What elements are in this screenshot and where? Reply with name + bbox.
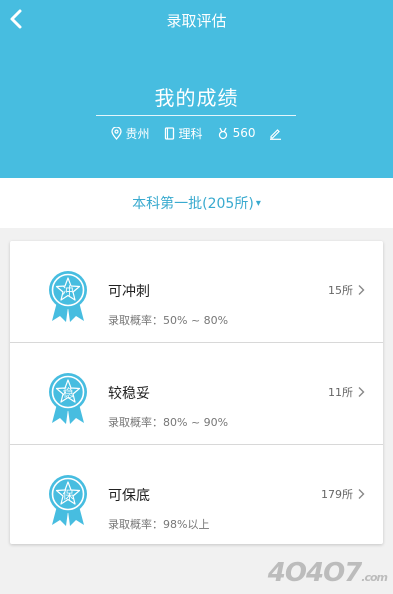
batch-label: 本科第一批(205所) bbox=[132, 196, 254, 212]
page-title: 录取评估 bbox=[166, 12, 227, 30]
category-name: 可保底 bbox=[108, 488, 150, 504]
category-list: 冲 可冲刺 录取概率：50% ~ 80% 15所 稳 较稳妥 录取概率：80% … bbox=[10, 241, 383, 544]
top-bar: 录取评估 bbox=[0, 0, 393, 38]
subject-info: 理科 bbox=[164, 125, 203, 142]
score-info: 贵州 理科 560 bbox=[0, 124, 393, 142]
category-probability: 录取概率：50% ~ 80% bbox=[108, 314, 229, 327]
count-text: 15所 bbox=[328, 284, 353, 297]
score-value-text: 560 bbox=[232, 126, 256, 140]
province-text: 贵州 bbox=[125, 126, 150, 141]
category-probability: 录取概率：80% ~ 90% bbox=[108, 416, 229, 429]
ribbon-badge-icon: 保 bbox=[49, 475, 87, 526]
category-row-baodi[interactable]: 保 可保底 录取概率：98%以上 179所 bbox=[10, 445, 383, 546]
badge-char: 冲 bbox=[63, 284, 74, 298]
book-icon bbox=[164, 126, 174, 140]
watermark-suffix: .com bbox=[361, 571, 388, 584]
category-count: 11所 bbox=[328, 384, 365, 400]
chevron-right-icon bbox=[358, 489, 365, 499]
count-text: 179所 bbox=[321, 488, 353, 501]
score-value-info: 560 bbox=[217, 126, 256, 140]
category-row-chongci[interactable]: 冲 可冲刺 录取概率：50% ~ 80% 15所 bbox=[10, 241, 383, 343]
badge-char: 保 bbox=[63, 488, 74, 502]
category-row-wentuo[interactable]: 稳 较稳妥 录取概率：80% ~ 90% 11所 bbox=[10, 343, 383, 445]
score-title: 我的成绩 bbox=[154, 86, 239, 110]
location-pin-icon bbox=[110, 126, 122, 140]
header: 录取评估 我的成绩 贵州 理科 560 bbox=[0, 0, 393, 178]
category-count: 15所 bbox=[328, 282, 365, 298]
edit-score-button[interactable] bbox=[269, 127, 282, 140]
ribbon-badge-icon: 冲 bbox=[49, 271, 87, 322]
category-count: 179所 bbox=[321, 486, 365, 502]
category-name: 较稳妥 bbox=[108, 386, 150, 402]
badge-char: 稳 bbox=[63, 386, 74, 400]
category-name: 可冲刺 bbox=[108, 284, 150, 300]
site-watermark: 4O4O7.com bbox=[267, 558, 388, 588]
batch-selector[interactable]: 本科第一批(205所) ▾ bbox=[0, 178, 393, 228]
watermark-text: 4O4O7 bbox=[267, 558, 362, 588]
chevron-right-icon bbox=[358, 387, 365, 397]
score-title-underline bbox=[96, 115, 296, 116]
edit-pencil-icon bbox=[270, 128, 282, 140]
subject-text: 理科 bbox=[178, 126, 203, 141]
category-probability: 录取概率：98%以上 bbox=[108, 518, 210, 531]
chevron-right-icon bbox=[358, 285, 365, 295]
count-text: 11所 bbox=[328, 386, 353, 399]
province-info: 贵州 bbox=[110, 125, 150, 142]
medal-icon bbox=[218, 127, 227, 139]
ribbon-badge-icon: 稳 bbox=[49, 373, 87, 424]
caret-down-icon: ▾ bbox=[255, 197, 261, 209]
